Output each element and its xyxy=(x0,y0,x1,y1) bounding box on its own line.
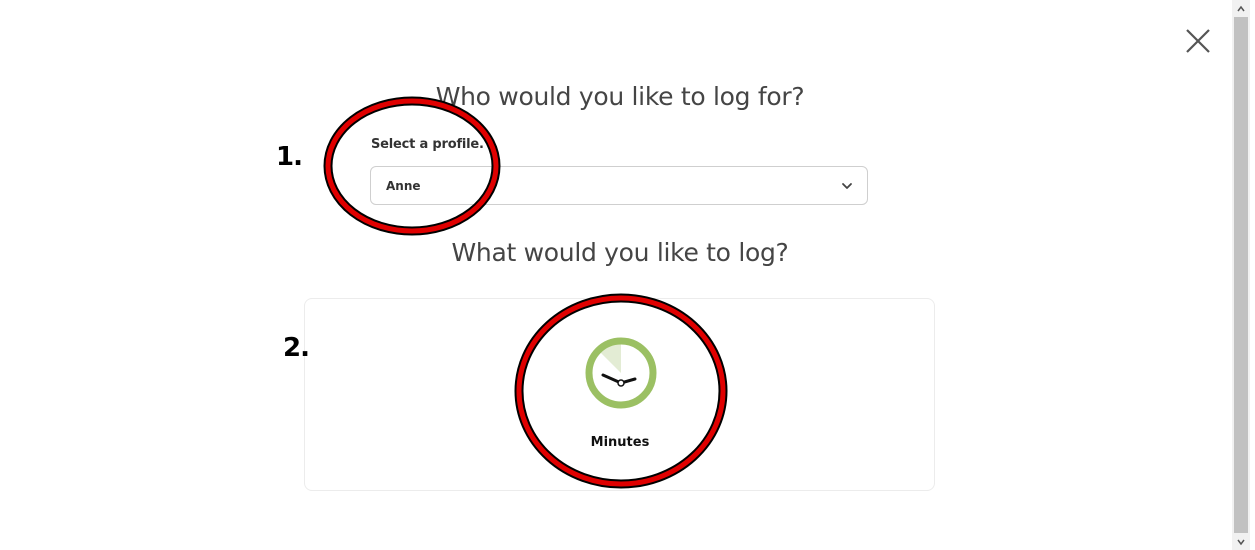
close-button[interactable] xyxy=(1184,27,1212,55)
log-option-label: Minutes xyxy=(590,435,650,450)
scroll-up-icon[interactable] xyxy=(1236,4,1246,14)
scrollbar[interactable] xyxy=(1232,0,1250,550)
annotation-step-1: 1. xyxy=(276,142,303,172)
profile-select[interactable]: Anne xyxy=(370,166,868,205)
profile-select-value: Anne xyxy=(386,179,421,193)
scrollbar-thumb[interactable] xyxy=(1234,17,1248,533)
close-icon xyxy=(1186,29,1210,53)
scroll-down-icon[interactable] xyxy=(1236,537,1246,547)
log-heading: What would you like to log? xyxy=(451,238,789,267)
clock-icon xyxy=(585,337,657,409)
chevron-down-icon xyxy=(842,183,852,189)
annotation-step-2: 2. xyxy=(283,333,310,363)
log-option-minutes[interactable]: Minutes xyxy=(565,325,675,465)
profile-heading: Who would you like to log for? xyxy=(435,82,805,111)
profile-label: Select a profile. xyxy=(371,137,484,152)
